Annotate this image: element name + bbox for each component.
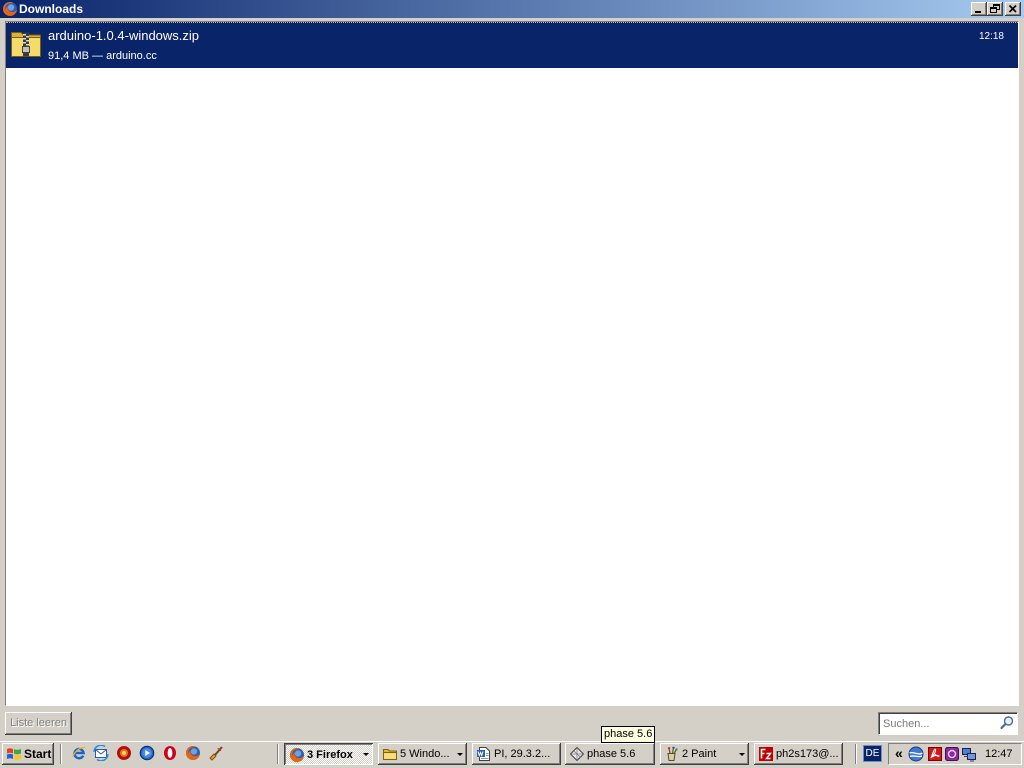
folder-icon	[382, 746, 398, 762]
task-button-filezilla[interactable]: ph2s173@...	[754, 743, 843, 765]
close-button[interactable]	[1005, 2, 1021, 16]
download-item[interactable]: arduino-1.0.4-windows.zip 91,4 MB — ardu…	[6, 22, 1018, 68]
minimize-icon	[975, 11, 981, 13]
chevron-down-icon	[363, 753, 369, 756]
title-bar[interactable]: Downloads	[0, 0, 1024, 18]
task-button-firefox[interactable]: 3 Firefox	[284, 743, 373, 765]
red-circle-app-icon[interactable]	[116, 745, 132, 761]
download-details: 91,4 MB — arduino.cc	[48, 50, 157, 62]
download-time: 12:18	[978, 31, 1004, 42]
restore-icon	[990, 4, 1000, 13]
quick-launch-separator	[60, 744, 62, 764]
tooltip: phase 5.6	[601, 726, 656, 743]
task-button-phase[interactable]: phase 5.6	[565, 743, 655, 765]
tray-separator	[855, 744, 857, 764]
taskbar: Start 3 Firefox 5 Windo... PI, 29.3.2...…	[0, 740, 1024, 768]
media-player-icon[interactable]	[139, 745, 155, 761]
task-button-windows[interactable]: 5 Windo...	[378, 743, 467, 765]
clock: 12:47	[985, 748, 1013, 760]
clear-list-button[interactable]: Liste leeren	[5, 712, 72, 735]
outlook-express-icon[interactable]	[93, 745, 109, 761]
network-computers-icon[interactable]	[961, 746, 977, 762]
word-document-icon	[476, 746, 492, 762]
task-label: 5 Windo...	[400, 748, 450, 760]
close-icon	[1008, 4, 1017, 13]
task-label: 3 Firefox	[307, 749, 353, 761]
task-area-separator	[277, 744, 279, 764]
filezilla-icon	[758, 746, 774, 762]
brush-tool-icon[interactable]	[208, 745, 224, 761]
internet-explorer-icon[interactable]	[71, 745, 87, 761]
purple-app-icon[interactable]	[944, 746, 960, 762]
downloads-list[interactable]: arduino-1.0.4-windows.zip 91,4 MB — ardu…	[5, 21, 1019, 706]
search-box[interactable]	[878, 712, 1018, 735]
zip-folder-icon	[10, 27, 42, 59]
window-title: Downloads	[19, 2, 84, 16]
task-button-paint[interactable]: 2 Paint	[660, 743, 749, 765]
task-label: 2 Paint	[682, 748, 717, 760]
tray-expand-button[interactable]: «	[895, 745, 903, 761]
language-indicator[interactable]: DE	[863, 745, 882, 762]
start-button[interactable]: Start	[2, 743, 54, 765]
firefox-icon[interactable]	[2, 1, 18, 17]
minimize-button[interactable]	[971, 2, 987, 16]
task-button-word[interactable]: PI, 29.3.2...	[472, 743, 561, 765]
task-label: ph2s173@...	[776, 748, 839, 760]
start-label: Start	[24, 747, 52, 761]
task-label: phase 5.6	[587, 748, 636, 760]
acrobat-icon[interactable]	[927, 746, 943, 762]
task-label: PI, 29.3.2...	[494, 748, 551, 760]
chevron-down-icon	[739, 753, 745, 756]
file-name: arduino-1.0.4-windows.zip	[48, 28, 200, 43]
firefox-icon	[289, 747, 305, 763]
chevron-down-icon	[457, 753, 463, 756]
system-tray: « 12:47	[888, 743, 1022, 765]
paint-icon	[664, 746, 680, 762]
windows-flag-icon	[6, 747, 22, 761]
opera-icon[interactable]	[162, 745, 178, 761]
search-input[interactable]	[883, 717, 995, 731]
firefox-icon[interactable]	[185, 745, 201, 761]
restore-button[interactable]	[987, 2, 1003, 16]
magnifier-icon[interactable]	[999, 715, 1015, 731]
network-globe-icon[interactable]	[908, 746, 924, 762]
diamond-app-icon	[569, 746, 585, 762]
